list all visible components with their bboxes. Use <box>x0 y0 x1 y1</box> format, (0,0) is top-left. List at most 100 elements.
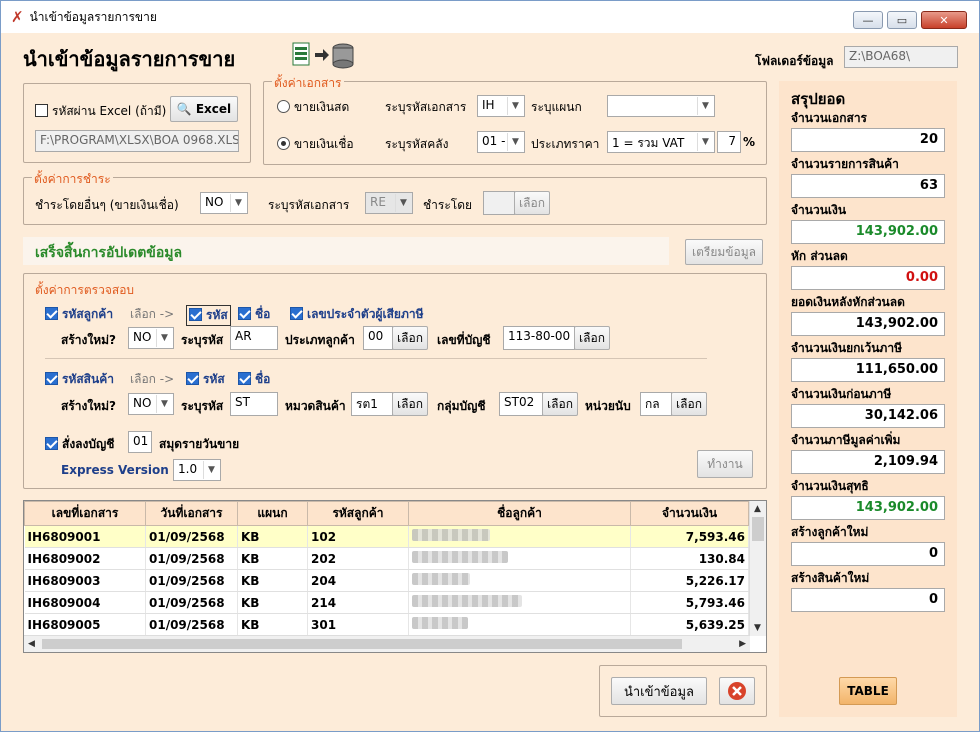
product-category-label: หมวดสินค้า <box>285 399 346 413</box>
customer-type-input[interactable]: 00 <box>363 326 393 350</box>
cell-name-redacted <box>408 547 631 570</box>
column-header[interactable]: วันที่เอกสาร <box>145 501 238 526</box>
password-checkbox[interactable]: รหัสผ่าน Excel (ถ้ามี) <box>35 102 166 121</box>
cell-amount: 7,593.46 <box>630 525 749 548</box>
verify-divider <box>45 358 707 359</box>
cell-doc: IH6809005 <box>24 613 146 636</box>
dept-label: ระบุแผนก <box>531 100 582 114</box>
pay-doc-code-select[interactable]: RE ▼ <box>365 192 413 214</box>
customer-name-chk[interactable]: ชื่อ <box>238 305 270 324</box>
product-group-input[interactable]: ST02 <box>499 392 543 416</box>
price-type-select[interactable]: 1 = รวม VAT ▼ <box>607 131 715 153</box>
customer-code-checkbox[interactable]: รหัสลูกค้า <box>45 305 113 324</box>
pay-other-select[interactable]: NO ▼ <box>200 192 248 214</box>
close-window-button[interactable]: ✕ <box>921 11 967 29</box>
scroll-thumb[interactable] <box>752 517 764 541</box>
table-row[interactable]: IH6809005 01/09/2568 KB 301 5,639.25 <box>24 613 749 636</box>
column-header[interactable]: แผนก <box>237 501 308 526</box>
customer-code-spec-input[interactable]: AR <box>230 326 278 350</box>
scroll-right-icon[interactable]: ▶ <box>739 639 746 649</box>
pay-by-input[interactable] <box>483 191 515 215</box>
product-name-chk[interactable]: ชื่อ <box>238 370 270 389</box>
journal-checkbox[interactable]: สั่งลงบัญชี <box>45 435 114 454</box>
cell-amount: 5,639.25 <box>630 613 749 636</box>
cell-dept: KB <box>237 547 308 570</box>
doc-code-value: IH <box>482 98 495 112</box>
product-code-chk[interactable]: รหัส <box>186 370 225 389</box>
prepare-data-button[interactable]: เตรียมข้อมูล <box>685 239 763 265</box>
cell-name-redacted <box>408 613 631 636</box>
run-button[interactable]: ทำงาน <box>697 450 753 478</box>
customer-create-select[interactable]: NO ▼ <box>128 327 174 349</box>
credit-label: ขายเงินเชื่อ <box>294 137 354 151</box>
summary-value: 111,650.00 <box>791 358 945 382</box>
product-create-select[interactable]: NO ▼ <box>128 393 174 415</box>
product-unit-input[interactable]: กล <box>640 392 672 416</box>
product-code-checkbox[interactable]: รหัสสินค้า <box>45 370 114 389</box>
product-category-input[interactable]: รต1 <box>351 392 393 416</box>
vat-input[interactable]: 7 <box>717 131 741 153</box>
express-version-value: 1.0 <box>178 462 198 476</box>
pay-by-select-button[interactable]: เลือก <box>514 191 550 215</box>
excel-path-input[interactable]: F:\PROGRAM\XLSX\BOA 0968.XLSX <box>35 130 239 152</box>
cell-dept: KB <box>237 525 308 548</box>
express-version-select[interactable]: 1.0 ▼ <box>173 459 221 481</box>
customer-tax-chk[interactable]: เลขประจำตัวผู้เสียภาษี <box>290 305 424 324</box>
customer-account-select-button[interactable]: เลือก <box>574 326 610 350</box>
scroll-down-icon[interactable]: ▼ <box>754 623 761 633</box>
table-row[interactable]: IH6809001 01/09/2568 KB 102 7,593.46 <box>24 525 749 548</box>
product-group-select-button[interactable]: เลือก <box>542 392 578 416</box>
dept-select[interactable]: ▼ <box>607 95 715 117</box>
table-row[interactable]: IH6809002 01/09/2568 KB 202 130.84 <box>24 547 749 570</box>
table-header-row: เลขที่เอกสาร วันที่เอกสาร แผนก รหัสลูกค้… <box>24 501 749 526</box>
minimize-button[interactable]: — <box>853 11 883 29</box>
folder-label: โฟลเดอร์ข้อมูล <box>755 54 834 68</box>
journal-input[interactable]: 01 <box>128 431 152 453</box>
folder-input[interactable]: Z:\BOA68\ <box>844 46 958 68</box>
horizontal-scrollbar[interactable]: ◀ ▶ <box>24 635 750 652</box>
product-code-spec-input[interactable]: ST <box>230 392 278 416</box>
customer-type-select-button[interactable]: เลือก <box>392 326 428 350</box>
cell-cust: 202 <box>307 547 409 570</box>
column-header[interactable]: ชื่อลูกค้า <box>408 501 631 526</box>
main-window: ✗ นำเข้าข้อมูลรายการขาย — ▭ ✕ นำเข้าข้อม… <box>0 0 980 732</box>
product-unit-select-button[interactable]: เลือก <box>671 392 707 416</box>
product-unit-label: หน่วยนับ <box>585 399 631 413</box>
table-row[interactable]: IH6809004 01/09/2568 KB 214 5,793.46 <box>24 591 749 614</box>
cell-cust: 204 <box>307 569 409 592</box>
table-button[interactable]: TABLE <box>839 677 897 705</box>
h-scroll-thumb[interactable] <box>42 639 682 649</box>
pay-other-value: NO <box>205 195 224 209</box>
column-header[interactable]: จำนวนเงิน <box>630 501 749 526</box>
cell-doc: IH6809002 <box>24 547 146 570</box>
chevron-down-icon: ▼ <box>156 329 172 347</box>
warehouse-select[interactable]: 01 - ▼ <box>477 131 525 153</box>
cell-name-redacted <box>408 525 631 548</box>
scroll-up-icon[interactable]: ▲ <box>754 504 761 514</box>
customer-account-input[interactable]: 113-80-00 <box>503 326 575 350</box>
excel-button[interactable]: 🔍 Excel <box>170 96 238 122</box>
payment-title: ตั้งค่าการชำระ <box>32 170 113 189</box>
summary-label: ยอดเงินหลังหักส่วนลด <box>791 295 905 309</box>
price-type-label: ประเภทราคา <box>531 137 600 151</box>
maximize-button[interactable]: ▭ <box>887 11 917 29</box>
summary-label: สร้างสินค้าใหม่ <box>791 571 870 585</box>
customer-account-label: เลขที่บัญชี <box>437 333 491 347</box>
cell-cust: 214 <box>307 591 409 614</box>
customer-code-chk[interactable]: รหัส <box>186 305 231 326</box>
credit-radio[interactable]: ขายเงินเชื่อ <box>277 135 354 154</box>
import-data-button[interactable]: นำเข้าข้อมูล <box>611 677 707 705</box>
cell-date: 01/09/2568 <box>145 613 238 636</box>
table-row[interactable]: IH6809003 01/09/2568 KB 204 5,226.17 <box>24 569 749 592</box>
customer-create-label: สร้างใหม่? <box>61 333 117 347</box>
column-header[interactable]: รหัสลูกค้า <box>307 501 409 526</box>
window-title: นำเข้าข้อมูลรายการขาย <box>29 9 157 24</box>
column-header[interactable]: เลขที่เอกสาร <box>24 501 146 526</box>
cancel-button[interactable] <box>719 677 755 705</box>
vertical-scrollbar[interactable]: ▲ ▼ <box>749 501 766 636</box>
cash-radio[interactable]: ขายเงินสด <box>277 98 349 117</box>
doc-code-select[interactable]: IH ▼ <box>477 95 525 117</box>
excel-search-icon: 🔍 <box>176 102 192 116</box>
scroll-left-icon[interactable]: ◀ <box>28 639 35 649</box>
product-category-select-button[interactable]: เลือก <box>392 392 428 416</box>
